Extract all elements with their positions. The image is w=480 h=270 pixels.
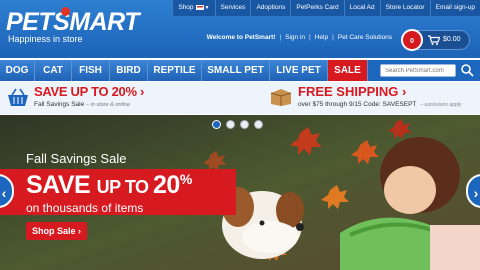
chevron-down-icon: ▼: [204, 5, 210, 11]
hero-headline-upto: UP TO: [96, 177, 154, 197]
promo-save-sub: Fall Savings Sale – in store & online: [34, 101, 130, 108]
topnav-petperks[interactable]: PetPerks Card: [290, 0, 343, 16]
promo-save-link[interactable]: SAVE UP TO 20% ›: [34, 84, 144, 99]
top-utility-nav: Shop ▼ Services Adoptions PetPerks Card L…: [172, 0, 480, 16]
divider: |: [279, 34, 282, 41]
nav-sale[interactable]: SALE: [328, 60, 368, 81]
topnav-shop[interactable]: Shop ▼: [172, 0, 214, 16]
chevron-right-icon: ›: [140, 84, 145, 99]
promo-shipping-sub-label: over $75 through 9/15 Code: SAVESEPT: [298, 101, 417, 108]
nav-bird[interactable]: BIRD: [110, 60, 148, 81]
promo-shipping-headline: FREE SHIPPING: [298, 84, 399, 99]
sign-in-link[interactable]: Sign in: [281, 34, 309, 41]
pet-care-link[interactable]: Pet Care Solutions: [334, 34, 396, 41]
logo-ball-icon: [61, 7, 70, 16]
topnav-shop-label: Shop: [178, 4, 194, 11]
promo-save-note: – in store & online: [86, 102, 131, 108]
hero-headline: SAVE UP TO 20%: [26, 171, 192, 200]
nav-reptile[interactable]: REPTILE: [148, 60, 202, 81]
promo-shipping-note: – exclusions apply: [420, 102, 462, 108]
carousel-dot-3[interactable]: [240, 120, 249, 129]
shipping-box-icon: [270, 89, 292, 106]
account-links: Welcome to PetSmart! | Sign in | Help | …: [203, 34, 396, 41]
shopping-basket-icon: [8, 88, 28, 106]
chevron-right-icon: ›: [402, 84, 407, 99]
site-header: PETSMART Happiness in store Shop ▼ Servic…: [0, 0, 480, 58]
divider: |: [309, 34, 311, 41]
cart-button[interactable]: 0 $0.00: [401, 29, 470, 51]
us-flag-icon: [195, 4, 204, 10]
help-link[interactable]: Help: [311, 34, 332, 41]
hero-subline: on thousands of items: [26, 201, 144, 215]
hero-headline-percent: %: [179, 171, 192, 187]
carousel-pagination: [212, 120, 263, 129]
topnav-adoptions[interactable]: Adoptions: [250, 0, 290, 16]
nav-fish[interactable]: FISH: [72, 60, 110, 81]
petsmart-logo[interactable]: PETSMART Happiness in store: [6, 7, 140, 44]
category-nav: DOG CAT FISH BIRD REPTILE SMALL PET LIVE…: [0, 60, 480, 81]
divider: |: [332, 34, 334, 41]
hero-carousel: Fall Savings Sale SAVE UP TO 20% on thou…: [0, 115, 480, 270]
topnav-services[interactable]: Services: [214, 0, 251, 16]
search-icon[interactable]: [460, 63, 474, 77]
promo-save-headline: SAVE UP TO 20%: [34, 84, 137, 99]
promo-shipping-sub: over $75 through 9/15 Code: SAVESEPT – ex…: [298, 101, 461, 108]
hero-kicker: Fall Savings Sale: [26, 151, 127, 166]
cart-total: $0.00: [443, 36, 461, 43]
search-input[interactable]: [380, 64, 456, 77]
hero-headline-save: SAVE: [26, 171, 97, 199]
cart-icon: [428, 35, 440, 45]
carousel-dot-4[interactable]: [254, 120, 263, 129]
nav-small-pet[interactable]: SMALL PET: [202, 60, 270, 81]
carousel-dot-2[interactable]: [226, 120, 235, 129]
hero-headline-value: 20: [153, 171, 180, 199]
topnav-store-locator[interactable]: Store Locator: [379, 0, 430, 16]
topnav-local-ad[interactable]: Local Ad: [343, 0, 380, 16]
nav-cat[interactable]: CAT: [35, 60, 72, 81]
promo-shipping-link[interactable]: FREE SHIPPING ›: [298, 84, 406, 99]
carousel-dot-1[interactable]: [212, 120, 221, 129]
nav-dog[interactable]: DOG: [0, 60, 35, 81]
cart-count-badge: 0: [401, 29, 423, 51]
shop-sale-button[interactable]: Shop Sale ›: [26, 222, 88, 240]
topnav-email-signup[interactable]: Email sign-up: [429, 0, 480, 16]
logo-wordmark: PETSMART: [6, 8, 140, 36]
nav-live-pet[interactable]: LIVE PET: [270, 60, 328, 81]
promo-strip: SAVE UP TO 20% › Fall Savings Sale – in …: [0, 82, 480, 114]
welcome-text: Welcome to PetSmart!: [206, 34, 276, 41]
promo-save-sub-label: Fall Savings Sale: [34, 101, 85, 108]
